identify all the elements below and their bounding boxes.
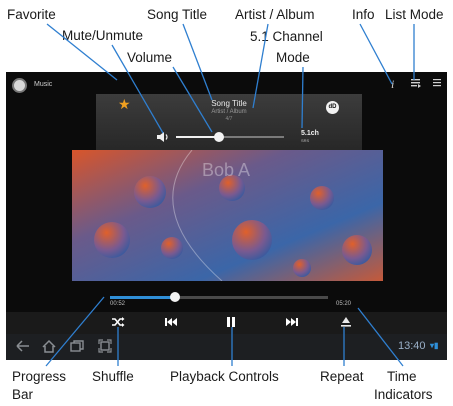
- callout-favorite: Favorite: [7, 7, 56, 22]
- callout-song-title: Song Title: [147, 7, 208, 22]
- callout-progress-bar-line2: Bar: [12, 387, 34, 402]
- callout-list-mode: List Mode: [385, 7, 444, 22]
- next-icon[interactable]: [285, 316, 299, 332]
- volume-knob[interactable]: [214, 132, 225, 142]
- elapsed-time: 00:52: [110, 301, 126, 307]
- list-mode-icon[interactable]: [410, 77, 422, 92]
- callout-channel-mode-line1: 5.1 Channel: [250, 29, 323, 44]
- callout-volume: Volume: [127, 50, 173, 65]
- progress-knob[interactable]: [170, 292, 181, 302]
- artist-album: Artist / Album: [211, 109, 247, 115]
- menu-icon[interactable]: [432, 77, 442, 92]
- total-time: 05:20: [336, 301, 352, 307]
- info-icon[interactable]: i: [391, 77, 394, 91]
- dolby-icon[interactable]: dD: [326, 101, 339, 114]
- progress-bar[interactable]: [110, 292, 328, 302]
- screenshot-icon[interactable]: [98, 339, 112, 357]
- callout-shuffle: Shuffle: [92, 369, 134, 384]
- callout-channel-mode-line2: Mode: [276, 50, 310, 65]
- callout-progress-bar-line1: Progress: [12, 369, 67, 384]
- album-art: Bob A: [72, 150, 383, 281]
- volume-slider[interactable]: [176, 132, 284, 142]
- callout-time-indicators-line2: Indicators: [374, 387, 433, 402]
- tablet-screen: Music i ★ Song Title Artist / Album 4/7 …: [6, 72, 447, 360]
- previous-icon[interactable]: [164, 316, 178, 332]
- playback-controls: [6, 312, 447, 334]
- callout-time-indicators-line1: Time: [387, 369, 417, 384]
- back-icon[interactable]: [16, 339, 30, 357]
- now-playing-panel: ★ Song Title Artist / Album 4/7 dD 5.1ch…: [96, 94, 362, 154]
- shuffle-icon[interactable]: [111, 316, 125, 332]
- song-title: Song Title: [211, 99, 247, 108]
- pause-icon[interactable]: [225, 316, 237, 332]
- progress-fill: [110, 296, 176, 299]
- home-icon[interactable]: [42, 339, 56, 357]
- volume-fill: [176, 136, 220, 138]
- callout-mute-unmute: Mute/Unmute: [62, 28, 144, 43]
- system-nav-bar: 13:40 ▾▮: [6, 334, 447, 360]
- callout-playback-controls: Playback Controls: [170, 369, 279, 384]
- callout-info: Info: [352, 7, 375, 22]
- repeat-icon[interactable]: [339, 316, 353, 332]
- callout-artist-album: Artist / Album: [235, 7, 315, 22]
- album-overlay-text: Bob A: [202, 160, 250, 180]
- clock: 13:40: [398, 340, 426, 352]
- recent-apps-icon[interactable]: [70, 339, 84, 357]
- channel-mode-button[interactable]: 5.1ch: [301, 130, 319, 137]
- music-app-icon: [12, 78, 27, 93]
- battery-icon: ▾▮: [430, 341, 439, 350]
- channel-mode-sub: SRS: [301, 138, 310, 143]
- app-name: Music: [34, 81, 53, 88]
- track-count: 4/7: [225, 116, 233, 122]
- speaker-icon[interactable]: [156, 130, 170, 148]
- callout-repeat: Repeat: [320, 369, 364, 384]
